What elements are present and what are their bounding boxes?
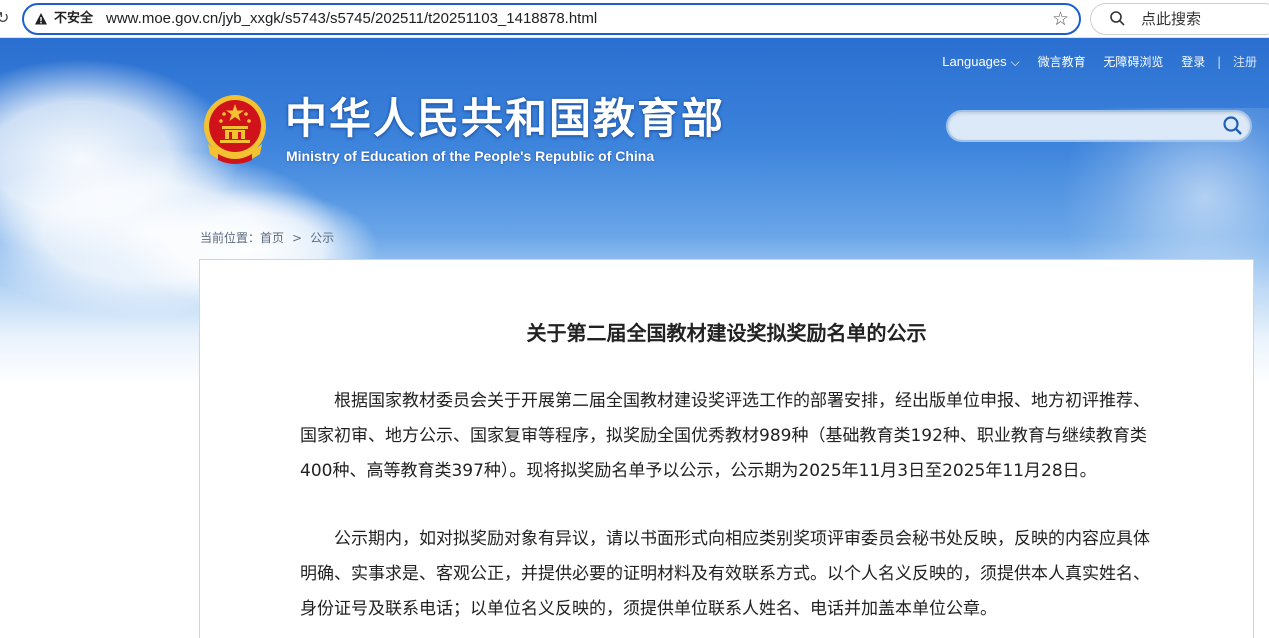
site-banner: Languages ⌵ 微言教育 无障碍浏览 登录 | 注册 中华人民共和国教育部… — [0, 38, 1269, 638]
languages-link[interactable]: Languages — [942, 54, 1006, 69]
url-text[interactable]: www.moe.gov.cn/jyb_xxgk/s5743/s5745/2025… — [106, 10, 597, 28]
security-label[interactable]: 不安全 — [54, 10, 93, 28]
site-title-en[interactable]: Ministry of Education of the People's Re… — [286, 147, 654, 165]
breadcrumb: 当前位置：首页 > 公示 — [200, 230, 334, 246]
search-icon[interactable] — [1222, 115, 1244, 137]
site-search-input[interactable] — [946, 110, 1252, 142]
search-placeholder: 点此搜索 — [1141, 10, 1202, 28]
star-icon[interactable]: ☆ — [1052, 8, 1069, 30]
browser-search-box[interactable]: 点此搜索 — [1090, 3, 1269, 35]
breadcrumb-arrow: > — [292, 231, 303, 245]
browser-toolbar: ↻ 不安全 www.moe.gov.cn/jyb_xxgk/s5743/s574… — [0, 0, 1269, 38]
emblem-icon — [204, 95, 266, 164]
site-title-cn[interactable]: 中华人民共和国教育部 — [285, 94, 725, 144]
top-nav: Languages ⌵ 微言教育 无障碍浏览 登录 | 注册 — [928, 54, 1257, 70]
article-title: 关于第二届全国教材建设奖拟奖励名单的公示 — [526, 321, 927, 345]
breadcrumb-prefix: 当前位置： — [200, 231, 261, 245]
address-bar[interactable]: 不安全 www.moe.gov.cn/jyb_xxgk/s5743/s5745/… — [22, 3, 1081, 35]
chevron-down-icon[interactable]: ⌵ — [1011, 55, 1020, 69]
paragraph-text: 根据国家教材委员会关于开展第二届全国教材建设奖评选工作的部署安排，经出版单位申报… — [300, 391, 1150, 481]
accessibility-link[interactable]: 无障碍浏览 — [1103, 55, 1163, 69]
breadcrumb-home[interactable]: 首页 — [260, 231, 284, 245]
register-link[interactable]: 注册 — [1233, 55, 1257, 69]
weiyan-link[interactable]: 微言教育 — [1038, 55, 1086, 69]
search-icon — [1110, 11, 1125, 26]
warning-icon — [35, 13, 47, 25]
article-paragraph: 公示期内，如对拟奖励对象有异议，请以书面形式向相应类别奖项评审委员会秘书处反映，… — [300, 522, 1160, 627]
nav-separator: | — [1217, 55, 1222, 69]
article-container: 关于第二届全国教材建设奖拟奖励名单的公示 根据国家教材委员会关于开展第二届全国教… — [199, 259, 1254, 638]
login-link[interactable]: 登录 — [1181, 55, 1205, 69]
breadcrumb-current[interactable]: 公示 — [310, 231, 334, 245]
paragraph-text: 公示期内，如对拟奖励对象有异议，请以书面形式向相应类别奖项评审委员会秘书处反映，… — [300, 529, 1150, 619]
article-paragraph: 根据国家教材委员会关于开展第二届全国教材建设奖评选工作的部署安排，经出版单位申报… — [300, 384, 1160, 489]
reload-icon[interactable]: ↻ — [0, 8, 10, 28]
